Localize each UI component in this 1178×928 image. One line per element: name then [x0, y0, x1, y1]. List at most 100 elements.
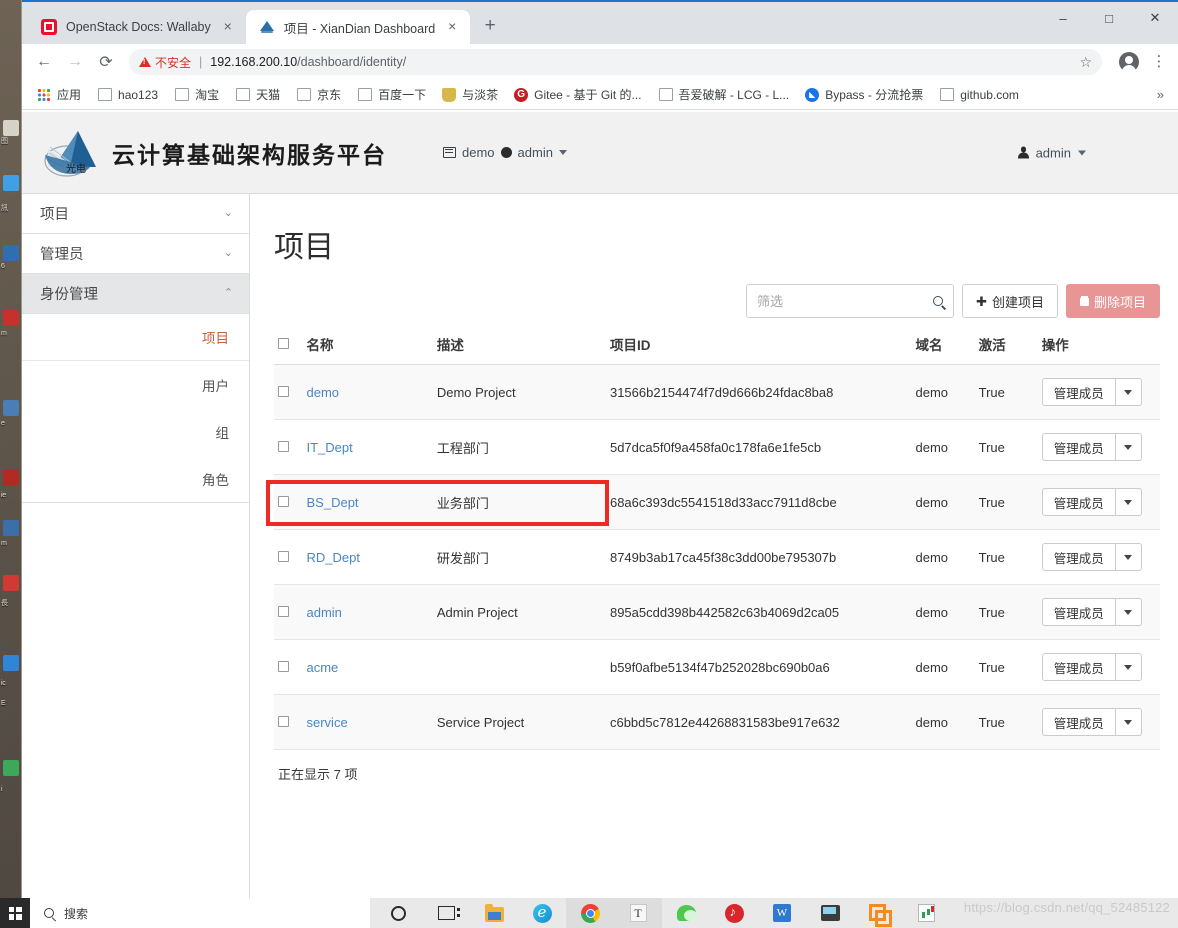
edge-button[interactable]: [518, 898, 566, 928]
row-actions-dropdown[interactable]: [1116, 433, 1142, 461]
table-row[interactable]: IT_Dept 工程部门 5d7dca5f0f9a458fa0c178fa6e1…: [274, 420, 1160, 475]
table-row[interactable]: BS_Dept 业务部门 68a6c393dc5541518d33acc7911…: [274, 475, 1160, 530]
row-checkbox[interactable]: [278, 496, 289, 507]
table-row[interactable]: demo Demo Project 31566b2154474f7d9d666b…: [274, 365, 1160, 420]
spreadsheet-button[interactable]: [902, 898, 950, 928]
bookmark-hao123[interactable]: hao123: [90, 85, 165, 105]
task-view-button[interactable]: [422, 898, 470, 928]
close-window-button[interactable]: ✕: [1132, 2, 1178, 34]
search-icon[interactable]: [933, 296, 943, 306]
table-row[interactable]: RD_Dept 研发部门 8749b3ab17ca45f38c3dd00be79…: [274, 530, 1160, 585]
bookmark-yudancha[interactable]: 与淡茶: [435, 83, 505, 106]
close-icon[interactable]: ×: [444, 19, 460, 35]
manage-members-button[interactable]: 管理成员: [1042, 653, 1116, 681]
bookmark-github[interactable]: github.com: [932, 85, 1026, 105]
sidebar-item-projects[interactable]: 项目: [22, 314, 249, 361]
manage-members-button[interactable]: 管理成员: [1042, 488, 1116, 516]
tab-xiandian-dashboard[interactable]: 项目 - XianDian Dashboard ×: [246, 10, 470, 44]
search-input[interactable]: [757, 294, 933, 309]
bookmark-baidu[interactable]: 百度一下: [350, 83, 433, 106]
netease-music-button[interactable]: [710, 898, 758, 928]
sidebar-group-project[interactable]: 项目 ⌄: [22, 194, 249, 234]
row-checkbox[interactable]: [278, 661, 289, 672]
back-icon[interactable]: ←: [30, 48, 58, 76]
bookmark-52pojie[interactable]: 吾爱破解 - LCG - L...: [651, 83, 797, 106]
file-explorer-button[interactable]: [470, 898, 518, 928]
sidebar-group-admin[interactable]: 管理员 ⌄: [22, 234, 249, 274]
project-link[interactable]: service: [307, 715, 348, 730]
column-header-description[interactable]: 描述: [433, 328, 606, 365]
row-checkbox[interactable]: [278, 386, 289, 397]
tab-openstack-docs[interactable]: OpenStack Docs: Wallaby ×: [28, 10, 246, 44]
media-player-button[interactable]: [806, 898, 854, 928]
row-checkbox[interactable]: [278, 716, 289, 727]
typora-button[interactable]: T: [614, 898, 662, 928]
sidebar-item-groups[interactable]: 组: [22, 408, 249, 455]
manage-members-button[interactable]: 管理成员: [1042, 598, 1116, 626]
sidebar: 项目 ⌄ 管理员 ⌄ 身份管理 ⌃ 项目 用户 组 角色: [22, 194, 250, 901]
sidebar-group-identity[interactable]: 身份管理 ⌃: [22, 274, 249, 314]
table-row[interactable]: service Service Project c6bbd5c7812e4426…: [274, 695, 1160, 750]
cortana-button[interactable]: [374, 898, 422, 928]
project-link[interactable]: RD_Dept: [307, 550, 360, 565]
manage-members-button[interactable]: 管理成员: [1042, 708, 1116, 736]
start-button[interactable]: [0, 898, 30, 928]
manage-members-button[interactable]: 管理成员: [1042, 433, 1116, 461]
forward-icon[interactable]: →: [61, 48, 89, 76]
column-header-enabled[interactable]: 激活: [975, 328, 1038, 365]
sidebar-item-roles[interactable]: 角色: [22, 455, 249, 502]
bookmark-bypass[interactable]: ◣ Bypass - 分流抢票: [798, 83, 930, 106]
row-checkbox[interactable]: [278, 551, 289, 562]
manage-members-button[interactable]: 管理成员: [1042, 543, 1116, 571]
manage-members-button[interactable]: 管理成员: [1042, 378, 1116, 406]
minimize-button[interactable]: –: [1040, 2, 1086, 34]
browser-menu-icon[interactable]: ⋮: [1148, 57, 1170, 67]
new-tab-button[interactable]: +: [476, 13, 504, 41]
delete-projects-button[interactable]: 删除项目: [1066, 284, 1160, 318]
project-link[interactable]: IT_Dept: [307, 440, 353, 455]
bookmark-gitee[interactable]: G Gitee - 基于 Git 的...: [507, 83, 648, 106]
column-header-name[interactable]: 名称: [303, 328, 433, 365]
project-link[interactable]: BS_Dept: [307, 495, 359, 510]
select-all-checkbox[interactable]: [278, 338, 289, 349]
taskbar-search-box[interactable]: 搜索: [30, 898, 370, 928]
row-actions-dropdown[interactable]: [1116, 543, 1142, 571]
close-icon[interactable]: ×: [220, 19, 236, 35]
reload-icon[interactable]: ⟳: [92, 48, 120, 76]
row-actions-dropdown[interactable]: [1116, 708, 1142, 736]
wechat-button[interactable]: [662, 898, 710, 928]
filter-search-box[interactable]: [746, 284, 954, 318]
account-menu[interactable]: admin: [1018, 145, 1086, 160]
column-header-domain[interactable]: 域名: [911, 328, 974, 365]
sidebar-item-users[interactable]: 用户: [22, 361, 249, 408]
project-link[interactable]: acme: [307, 660, 339, 675]
vmware-button[interactable]: [854, 898, 902, 928]
not-secure-badge[interactable]: 不安全: [139, 54, 191, 71]
bookmark-jd[interactable]: 京东: [289, 83, 348, 106]
create-project-button[interactable]: ✚ 创建项目: [962, 284, 1058, 318]
row-actions-dropdown[interactable]: [1116, 598, 1142, 626]
maximize-button[interactable]: □: [1086, 2, 1132, 34]
project-link[interactable]: admin: [307, 605, 342, 620]
chrome-button[interactable]: [566, 898, 614, 928]
row-actions-dropdown[interactable]: [1116, 653, 1142, 681]
bookmark-apps[interactable]: 应用: [30, 83, 88, 106]
bookmark-taobao[interactable]: 淘宝: [167, 83, 226, 106]
chevron-down-icon: [1124, 500, 1132, 505]
brand[interactable]: 光电 云计算基础架构服务平台: [40, 127, 387, 179]
address-bar[interactable]: 不安全 | 192.168.200.10/dashboard/identity/…: [129, 49, 1102, 75]
profile-avatar-icon[interactable]: [1119, 52, 1139, 72]
wps-button[interactable]: W: [758, 898, 806, 928]
row-actions-dropdown[interactable]: [1116, 488, 1142, 516]
table-row[interactable]: admin Admin Project 895a5cdd398b442582c6…: [274, 585, 1160, 640]
bookmark-tmall[interactable]: 天猫: [228, 83, 287, 106]
project-link[interactable]: demo: [307, 385, 340, 400]
table-row[interactable]: acme b59f0afbe5134f47b252028bc690b0a6 de…: [274, 640, 1160, 695]
row-checkbox[interactable]: [278, 606, 289, 617]
bookmarks-overflow-icon[interactable]: »: [1151, 87, 1170, 102]
row-checkbox[interactable]: [278, 441, 289, 452]
column-header-project-id[interactable]: 项目ID: [606, 328, 912, 365]
bookmark-star-icon[interactable]: ☆: [1079, 54, 1092, 71]
row-actions-dropdown[interactable]: [1116, 378, 1142, 406]
context-switcher[interactable]: demo admin: [443, 145, 567, 160]
